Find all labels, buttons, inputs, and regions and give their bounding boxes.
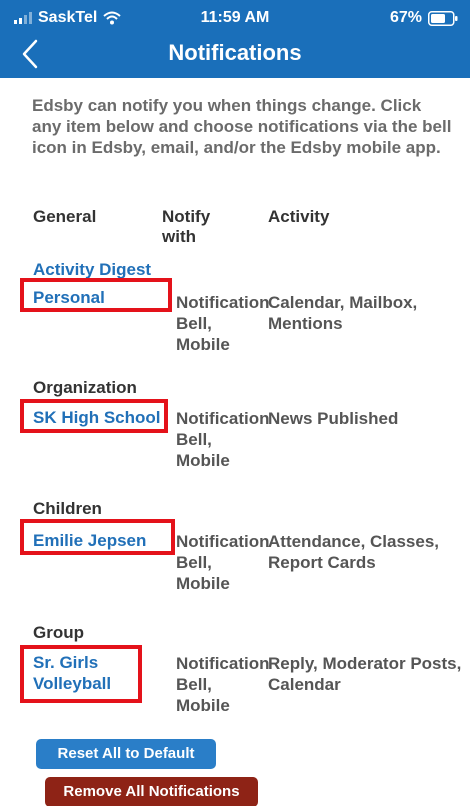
battery-group: 67% [390,9,458,27]
page-title: Notifications [168,40,302,65]
section-title-organization: Organization [33,378,137,397]
status-bar: SaskTel 11:59 AM 67% [0,0,470,34]
column-header-general: General [33,207,97,226]
remove-all-notifications-button[interactable]: Remove All Notifications [45,777,258,806]
reset-all-button[interactable]: Reset All to Default [36,739,216,769]
section-title-group: Group [33,623,84,642]
battery-icon [428,10,458,26]
battery-percent: 67% [389,9,422,26]
personal-activity: Calendar, Mailbox, Mentions [268,293,418,333]
sk-high-school-notify-with: Notification Bell, Mobile [176,409,270,470]
app-header: SaskTel 11:59 AM 67% Notifications [0,0,470,78]
personal-link[interactable]: Personal [33,287,105,308]
sr-girls-volleyball-link[interactable]: Sr. Girls Volleyball [33,652,138,694]
emilie-jepsen-link[interactable]: Emilie Jepsen [33,530,146,551]
column-header-notify-with: Notify with [162,207,211,246]
section-title-children: Children [33,499,102,518]
column-header-activity: Activity [268,207,330,226]
sk-high-school-link[interactable]: SK High School [33,407,161,428]
sr-girls-volleyball-activity: Reply, Moderator Posts, Calendar [268,654,462,694]
sk-high-school-activity: News Published [268,409,399,428]
intro-text: Edsby can notify you when things change.… [32,96,452,157]
activity-digest-link[interactable]: Activity Digest [33,259,151,280]
personal-notify-with: Notification Bell, Mobile [176,293,270,354]
nav-bar: Notifications [0,34,470,78]
sr-girls-volleyball-notify-with: Notification Bell, Mobile [176,654,270,715]
emilie-jepsen-activity: Attendance, Classes, Report Cards [268,532,440,572]
emilie-jepsen-notify-with: Notification Bell, Mobile [176,532,270,593]
